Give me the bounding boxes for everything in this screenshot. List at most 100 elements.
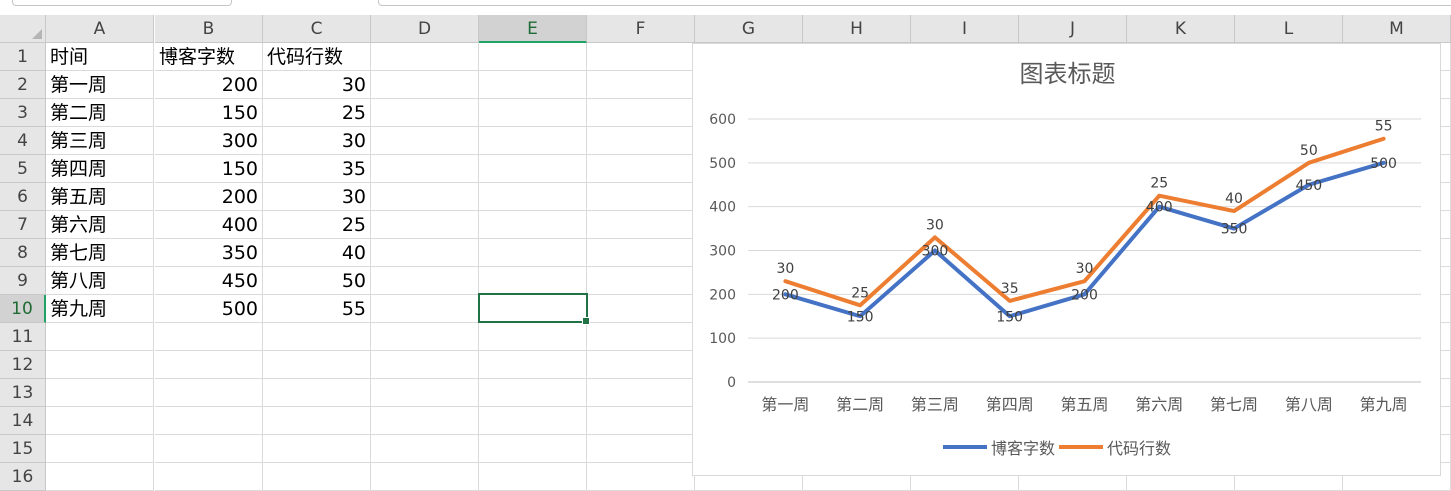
row-header-5[interactable]: 5 — [0, 155, 46, 183]
cell-e16[interactable] — [479, 463, 587, 491]
cell-c5[interactable]: 35 — [263, 155, 371, 183]
row-header-15[interactable]: 15 — [0, 435, 46, 463]
column-header-h[interactable]: H — [803, 15, 911, 43]
cell-e9[interactable] — [479, 267, 587, 295]
cell-e4[interactable] — [479, 127, 587, 155]
row-header-3[interactable]: 3 — [0, 99, 46, 127]
cell-b9[interactable]: 450 — [155, 267, 263, 295]
cell-f10[interactable] — [587, 295, 695, 323]
cell-e6[interactable] — [479, 183, 587, 211]
row-header-10[interactable]: 10 — [0, 295, 46, 323]
cell-b6[interactable]: 200 — [155, 183, 263, 211]
cell-b7[interactable]: 400 — [155, 211, 263, 239]
cell-a8[interactable]: 第七周 — [46, 239, 154, 267]
column-header-c[interactable]: C — [263, 15, 371, 43]
row-header-14[interactable]: 14 — [0, 407, 46, 435]
row-header-1[interactable]: 1 — [0, 43, 46, 71]
select-all-corner[interactable] — [0, 15, 46, 43]
column-header-i[interactable]: I — [911, 15, 1019, 43]
cell-d12[interactable] — [371, 351, 479, 379]
cell-c13[interactable] — [263, 379, 371, 407]
column-header-m[interactable]: M — [1343, 15, 1451, 43]
cell-d4[interactable] — [371, 127, 479, 155]
cell-e13[interactable] — [479, 379, 587, 407]
cell-e12[interactable] — [479, 351, 587, 379]
cell-e15[interactable] — [479, 435, 587, 463]
column-header-b[interactable]: B — [155, 15, 263, 43]
cell-f16[interactable] — [587, 463, 695, 491]
column-header-a[interactable]: A — [46, 15, 154, 43]
cell-a10[interactable]: 第九周 — [46, 295, 154, 323]
cell-f8[interactable] — [587, 239, 695, 267]
cell-d10[interactable] — [371, 295, 479, 323]
cell-e14[interactable] — [479, 407, 587, 435]
cell-b4[interactable]: 300 — [155, 127, 263, 155]
cell-d6[interactable] — [371, 183, 479, 211]
row-header-7[interactable]: 7 — [0, 211, 46, 239]
column-header-j[interactable]: J — [1019, 15, 1127, 43]
cell-d3[interactable] — [371, 99, 479, 127]
column-header-l[interactable]: L — [1235, 15, 1343, 43]
cell-f6[interactable] — [587, 183, 695, 211]
cell-e11[interactable] — [479, 323, 587, 351]
column-header-f[interactable]: F — [587, 15, 695, 43]
cell-b14[interactable] — [155, 407, 263, 435]
column-header-g[interactable]: G — [695, 15, 803, 43]
cell-a2[interactable]: 第一周 — [46, 71, 154, 99]
cell-d16[interactable] — [371, 463, 479, 491]
legend-item-0[interactable]: 博客字数 — [943, 435, 1055, 459]
cell-b15[interactable] — [155, 435, 263, 463]
cell-d9[interactable] — [371, 267, 479, 295]
cell-a5[interactable]: 第四周 — [46, 155, 154, 183]
cell-f11[interactable] — [587, 323, 695, 351]
cell-a3[interactable]: 第二周 — [46, 99, 154, 127]
column-header-d[interactable]: D — [371, 15, 479, 43]
cell-a6[interactable]: 第五周 — [46, 183, 154, 211]
row-header-8[interactable]: 8 — [0, 239, 46, 267]
cell-c14[interactable] — [263, 407, 371, 435]
cell-f4[interactable] — [587, 127, 695, 155]
cell-f15[interactable] — [587, 435, 695, 463]
cell-e5[interactable] — [479, 155, 587, 183]
row-header-6[interactable]: 6 — [0, 183, 46, 211]
cell-c3[interactable]: 25 — [263, 99, 371, 127]
fill-handle[interactable] — [582, 317, 590, 325]
cell-d8[interactable] — [371, 239, 479, 267]
cell-c2[interactable]: 30 — [263, 71, 371, 99]
cell-d5[interactable] — [371, 155, 479, 183]
cell-c16[interactable] — [263, 463, 371, 491]
cell-d15[interactable] — [371, 435, 479, 463]
cell-d11[interactable] — [371, 323, 479, 351]
cell-e8[interactable] — [479, 239, 587, 267]
line-chart[interactable]: 图表标题 0 100 200 300 400 500 600 第一周 第二周 第三周 第四周 第五周第… — [692, 43, 1441, 476]
column-header-e[interactable]: E — [479, 15, 587, 43]
cell-c10[interactable]: 55 — [263, 295, 371, 323]
row-header-12[interactable]: 12 — [0, 351, 46, 379]
row-header-2[interactable]: 2 — [0, 71, 46, 99]
row-header-11[interactable]: 11 — [0, 323, 46, 351]
cell-c11[interactable] — [263, 323, 371, 351]
cell-c9[interactable]: 50 — [263, 267, 371, 295]
cell-c4[interactable]: 30 — [263, 127, 371, 155]
cell-f5[interactable] — [587, 155, 695, 183]
legend-item-1[interactable]: 代码行数 — [1059, 435, 1171, 459]
cell-f3[interactable] — [587, 99, 695, 127]
row-header-9[interactable]: 9 — [0, 267, 46, 295]
cell-c8[interactable]: 40 — [263, 239, 371, 267]
cell-a12[interactable] — [46, 351, 154, 379]
column-header-k[interactable]: K — [1127, 15, 1235, 43]
row-header-13[interactable]: 13 — [0, 379, 46, 407]
cell-d13[interactable] — [371, 379, 479, 407]
cell-f14[interactable] — [587, 407, 695, 435]
cell-f7[interactable] — [587, 211, 695, 239]
cell-f12[interactable] — [587, 351, 695, 379]
cell-c15[interactable] — [263, 435, 371, 463]
chart-legend[interactable]: 博客字数 代码行数 — [943, 434, 1203, 459]
series-line-1[interactable] — [783, 136, 1386, 308]
cell-a11[interactable] — [46, 323, 154, 351]
row-header-16[interactable]: 16 — [0, 463, 46, 491]
cell-e3[interactable] — [479, 99, 587, 127]
cell-a16[interactable] — [46, 463, 154, 491]
formula-input[interactable] — [378, 0, 1451, 6]
cell-b13[interactable] — [155, 379, 263, 407]
